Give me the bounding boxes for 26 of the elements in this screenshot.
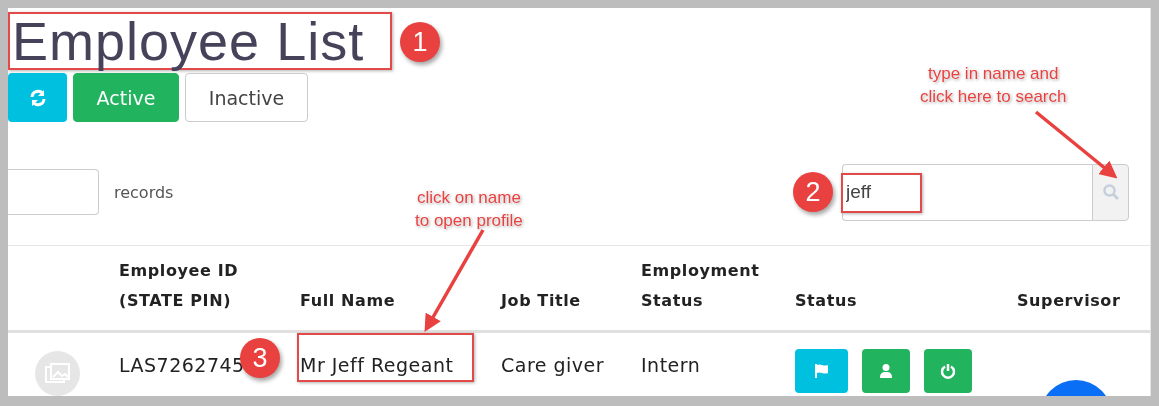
page-title: Employee List: [12, 13, 365, 69]
user-icon: [879, 362, 893, 379]
search-icon: [1101, 183, 1120, 201]
column-header: Job Title: [501, 290, 582, 312]
flag-button[interactable]: [795, 348, 848, 393]
power-icon: [940, 362, 956, 379]
refresh-button[interactable]: [8, 73, 67, 122]
refresh-icon: [28, 88, 47, 107]
column-header: Full Name: [300, 290, 397, 312]
profile-button[interactable]: [862, 348, 910, 393]
employee-name-link[interactable]: Mr Jeff Regeant: [300, 353, 454, 376]
job-title: Care giver: [501, 353, 605, 376]
column-header: Status: [795, 290, 859, 312]
callout-note: type in name and click here to search: [920, 63, 1067, 108]
column-header: Employee ID (STATE PIN): [119, 260, 240, 312]
search-field[interactable]: jeff: [842, 163, 1092, 221]
column-header: Employment Status: [641, 260, 761, 312]
employment-status: Intern: [641, 353, 701, 376]
flag-icon: [813, 362, 830, 379]
records-count-field[interactable]: [8, 169, 99, 215]
records-label: records: [114, 182, 174, 202]
search-button[interactable]: [1092, 163, 1129, 221]
power-button[interactable]: [924, 348, 972, 393]
callout-note: click on name to open profile: [415, 187, 523, 232]
column-header: Supervisor: [1017, 290, 1122, 312]
filter-button[interactable]: Inactive: [185, 73, 308, 122]
